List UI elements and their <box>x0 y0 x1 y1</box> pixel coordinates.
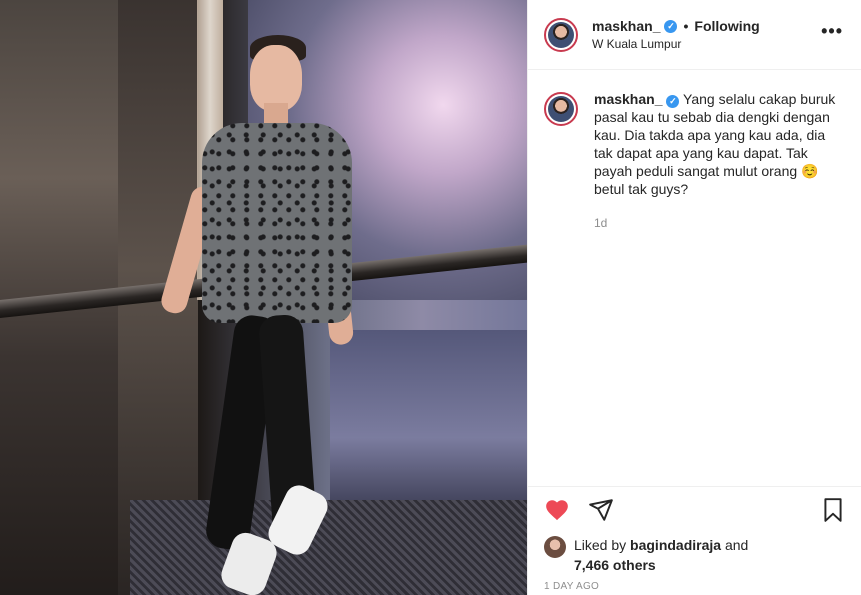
more-options-icon[interactable]: ••• <box>821 22 843 40</box>
avatar[interactable] <box>544 17 578 52</box>
caption-avatar[interactable] <box>544 92 578 126</box>
post-header: maskhan_ ✓ • Following W Kuala Lumpur ••… <box>528 0 861 70</box>
caption-username-link[interactable]: maskhan_ <box>594 91 662 107</box>
likes-joiner: and <box>724 537 749 553</box>
header-top-row: maskhan_ ✓ • Following <box>592 18 760 34</box>
liker-username-link[interactable]: bagindadiraja <box>630 537 721 553</box>
liked-by-label: Liked by <box>574 537 627 553</box>
liker-avatar[interactable] <box>544 536 566 558</box>
caption: maskhan_ ✓ Yang selalu cakap buruk pasal… <box>528 70 861 232</box>
post-sidebar: maskhan_ ✓ • Following W Kuala Lumpur ••… <box>527 0 861 595</box>
person-figure <box>150 35 370 595</box>
location-link[interactable]: W Kuala Lumpur <box>592 37 760 51</box>
leopard-tshirt <box>202 123 352 323</box>
likes-row: Liked by bagindadiraja and 7,466 others <box>528 533 861 575</box>
caption-verified-badge-icon: ✓ <box>666 95 680 108</box>
caption-body: maskhan_ ✓ Yang selalu cakap buruk pasal… <box>594 90 838 232</box>
instagram-post: maskhan_ ✓ • Following W Kuala Lumpur ••… <box>0 0 861 595</box>
post-photo[interactable] <box>0 0 527 595</box>
others-count-link[interactable]: 7,466 others <box>574 557 656 573</box>
caption-time[interactable]: 1d <box>594 214 838 232</box>
action-bar <box>528 487 861 533</box>
bookmark-icon[interactable] <box>820 497 846 523</box>
heart-icon[interactable] <box>544 497 570 523</box>
separator-dot: • <box>683 18 689 34</box>
send-icon[interactable] <box>588 497 614 523</box>
verified-badge-icon: ✓ <box>664 19 678 33</box>
head <box>250 45 302 111</box>
post-timestamp[interactable]: 1 DAY AGO <box>528 575 861 592</box>
header-text: maskhan_ ✓ • Following W Kuala Lumpur <box>592 18 760 51</box>
likes-text: Liked by bagindadiraja and 7,466 others <box>574 535 748 575</box>
username-link[interactable]: maskhan_ <box>592 18 660 34</box>
following-button[interactable]: Following <box>694 18 759 34</box>
actions-section: Liked by bagindadiraja and 7,466 others … <box>528 486 861 595</box>
